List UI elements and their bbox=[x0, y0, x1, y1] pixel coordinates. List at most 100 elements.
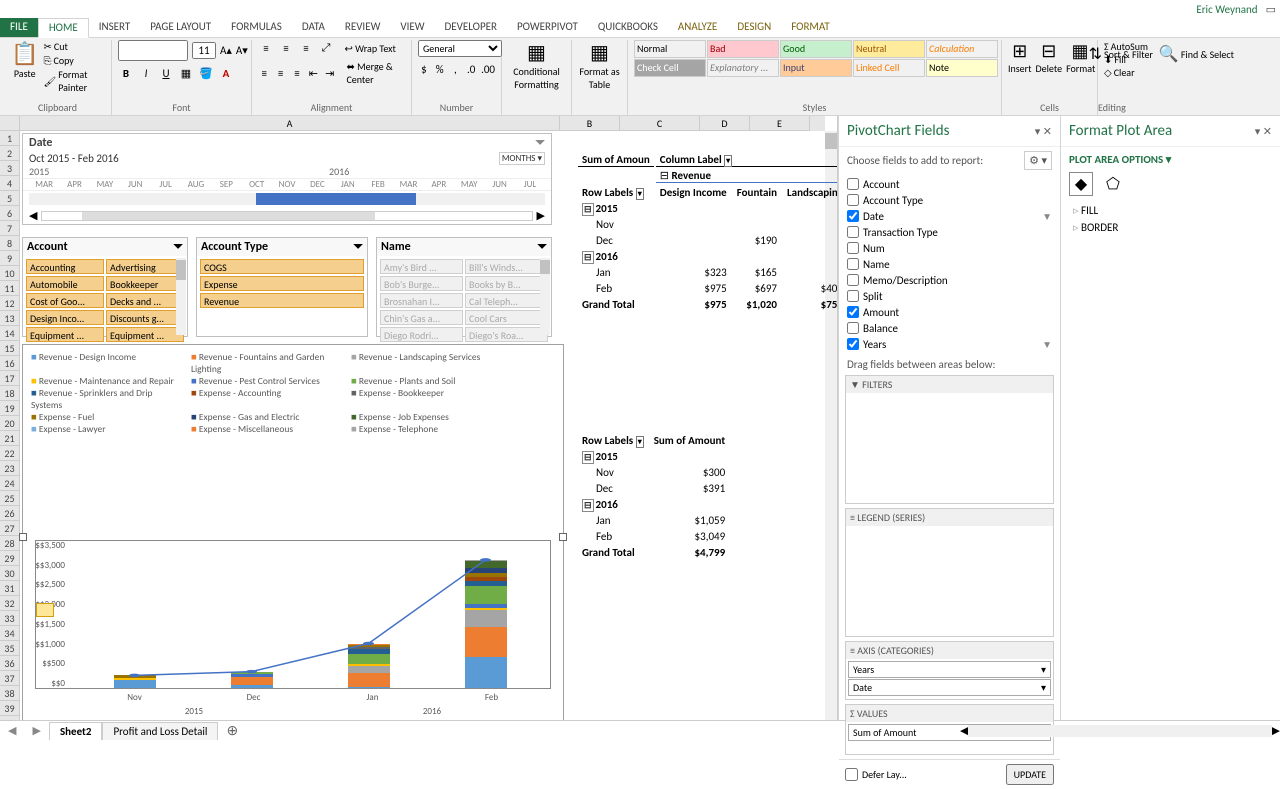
field-filter-icon[interactable]: ▼ bbox=[1042, 338, 1052, 351]
row-head[interactable]: 30 bbox=[0, 566, 20, 581]
row-head[interactable]: 29 bbox=[0, 551, 20, 566]
pane-close-icon[interactable]: ✕ bbox=[1263, 125, 1272, 138]
defer-layout-checkbox[interactable] bbox=[845, 768, 858, 781]
insert-cells-button[interactable]: ⊞Insert bbox=[1008, 40, 1032, 75]
tab-view[interactable]: VIEW bbox=[390, 18, 434, 37]
row-head[interactable]: 34 bbox=[0, 626, 20, 641]
sheet-nav-next-icon[interactable]: ▶ bbox=[24, 724, 48, 737]
cut-button[interactable]: ✂ Cut bbox=[43, 40, 105, 53]
find-select-button[interactable]: 🔍Find & Select bbox=[1159, 44, 1234, 64]
timeline-unit[interactable]: MONTHS ▾ bbox=[499, 152, 545, 165]
fill-color-button[interactable]: 🪣 bbox=[198, 65, 214, 81]
font-size-input[interactable] bbox=[192, 42, 216, 59]
slicer-clear-icon[interactable]: ⏷ bbox=[537, 240, 547, 254]
sheet-tab-pl[interactable]: Profit and Loss Detail bbox=[102, 722, 218, 740]
field-filter-icon[interactable]: ▼ bbox=[1042, 210, 1052, 223]
plot-area[interactable] bbox=[35, 540, 551, 689]
slicer-item[interactable]: Design Inco... bbox=[26, 310, 104, 325]
slicer-item[interactable]: Cool Cars bbox=[465, 310, 548, 325]
col-c[interactable]: C bbox=[620, 116, 700, 131]
slicer-clear-icon[interactable]: ⏷ bbox=[353, 240, 363, 254]
border-button[interactable]: ▦ bbox=[178, 65, 194, 81]
tab-insert[interactable]: INSERT bbox=[89, 18, 141, 37]
row-head[interactable]: 27 bbox=[0, 521, 20, 536]
slicer-item[interactable]: Brosnahan I... bbox=[380, 293, 463, 308]
effects-icon[interactable]: ⬠ bbox=[1101, 172, 1125, 196]
delete-cells-button[interactable]: ⊟Delete bbox=[1036, 40, 1063, 75]
legend-item[interactable]: Revenue - Landscaping Services bbox=[351, 351, 501, 375]
slicer-item[interactable]: Diego Rodri... bbox=[380, 327, 463, 342]
row-head[interactable]: 15 bbox=[0, 341, 20, 356]
row-head[interactable]: 17 bbox=[0, 371, 20, 386]
number-format-select[interactable]: General bbox=[418, 40, 502, 57]
tab-format[interactable]: FORMAT bbox=[781, 18, 839, 37]
slicer-item[interactable]: Equipment ... bbox=[106, 327, 184, 342]
slicer-item[interactable]: Bookkeeper bbox=[106, 276, 184, 291]
slicer-account[interactable]: Account⏷ AccountingAdvertisingAutomobile… bbox=[22, 237, 188, 337]
tab-quickbooks[interactable]: QuickBooks bbox=[588, 18, 668, 37]
row-head[interactable]: 32 bbox=[0, 596, 20, 611]
tab-data[interactable]: DATA bbox=[292, 18, 335, 37]
col-e[interactable]: E bbox=[750, 116, 810, 131]
row-head[interactable]: 25 bbox=[0, 491, 20, 506]
row-head[interactable]: 14 bbox=[0, 326, 20, 341]
field-item[interactable]: Balance bbox=[847, 320, 1052, 336]
sort-filter-button[interactable]: ⇅Sort & Filter bbox=[1089, 44, 1153, 64]
row-head[interactable]: 24 bbox=[0, 476, 20, 491]
row-head[interactable]: 18 bbox=[0, 386, 20, 401]
slicer-item[interactable]: Amy's Bird ... bbox=[380, 259, 463, 274]
field-item[interactable]: Split bbox=[847, 288, 1052, 304]
tab-file[interactable]: FILE bbox=[0, 18, 38, 37]
row-head[interactable]: 35 bbox=[0, 641, 20, 656]
legend-item[interactable]: Expense - Accounting bbox=[191, 387, 341, 411]
pivot-table-2[interactable]: Row Labels ▾Sum of Amount ⊟2015Nov$300De… bbox=[576, 431, 731, 561]
border-section[interactable]: BORDER bbox=[1069, 219, 1272, 236]
slicer-item[interactable]: Cost of Goo... bbox=[26, 293, 104, 308]
slicer-item[interactable]: COGS bbox=[200, 259, 364, 274]
row-head[interactable]: 37 bbox=[0, 671, 20, 686]
update-button[interactable]: UPDATE bbox=[1006, 764, 1054, 785]
field-item[interactable]: Memo/Description bbox=[847, 272, 1052, 288]
row-head[interactable]: 8 bbox=[0, 236, 20, 251]
font-color-button[interactable]: A bbox=[218, 65, 234, 81]
row-head[interactable]: 5 bbox=[0, 191, 20, 206]
field-item[interactable]: Date▼ bbox=[847, 208, 1052, 224]
row-head[interactable]: 13 bbox=[0, 311, 20, 326]
pane-dropdown-icon[interactable]: ▾ bbox=[1255, 125, 1261, 138]
field-item[interactable]: Years▼ bbox=[847, 336, 1052, 352]
legend-item[interactable]: Expense - Fuel bbox=[31, 411, 181, 423]
cond-fmt-button[interactable]: ▦Conditional Formatting bbox=[508, 40, 565, 91]
tab-analyze[interactable]: ANALYZE bbox=[668, 18, 727, 37]
legend-item[interactable]: Revenue - Sprinklers and Drip Systems bbox=[31, 387, 181, 411]
gear-icon[interactable]: ⚙ ▾ bbox=[1024, 151, 1052, 170]
row-head[interactable]: 26 bbox=[0, 506, 20, 521]
row-head[interactable]: 39 bbox=[0, 701, 20, 716]
row-head[interactable]: 40 bbox=[0, 716, 20, 720]
slicer-item[interactable]: Bill's Winds... bbox=[465, 259, 548, 274]
legend-item[interactable]: Expense - Job Expenses bbox=[351, 411, 501, 423]
tab-developer[interactable]: DEVELOPER bbox=[435, 18, 507, 37]
row-head[interactable]: 7 bbox=[0, 221, 20, 236]
slicer-item[interactable]: Chin's Gas a... bbox=[380, 310, 463, 325]
area-item[interactable]: Years▾ bbox=[848, 661, 1051, 678]
field-item[interactable]: Account Type bbox=[847, 192, 1052, 208]
col-a[interactable]: A bbox=[20, 116, 560, 131]
area-item[interactable]: Date▾ bbox=[848, 679, 1051, 696]
field-item[interactable]: Name bbox=[847, 256, 1052, 272]
tab-page-layout[interactable]: PAGE LAYOUT bbox=[140, 18, 221, 37]
legend-item[interactable]: Revenue - Maintenance and Repair bbox=[31, 375, 181, 387]
legend-item[interactable]: Revenue - Plants and Soil bbox=[351, 375, 501, 387]
sheet-nav-prev-icon[interactable]: ◀ bbox=[0, 724, 24, 737]
slicer-item[interactable]: Revenue bbox=[200, 293, 364, 308]
row-head[interactable]: 11 bbox=[0, 281, 20, 296]
timeline-prev-icon[interactable]: ◀ bbox=[29, 209, 37, 222]
row-head[interactable]: 23 bbox=[0, 461, 20, 476]
sheet-tab-sheet2[interactable]: Sheet2 bbox=[49, 722, 103, 740]
legend-item[interactable]: Revenue - Fountains and Garden Lighting bbox=[191, 351, 341, 375]
legend-item[interactable]: Expense - Gas and Electric bbox=[191, 411, 341, 423]
slicer-name[interactable]: Name⏷ Amy's Bird ...Bill's Winds...Bob's… bbox=[376, 237, 552, 337]
tab-design[interactable]: DESIGN bbox=[727, 18, 781, 37]
tab-formulas[interactable]: FORMULAS bbox=[221, 18, 292, 37]
horizontal-scrollbar[interactable]: ◀▶ bbox=[960, 724, 1280, 737]
legend-item[interactable]: Revenue - Design Income bbox=[31, 351, 181, 375]
